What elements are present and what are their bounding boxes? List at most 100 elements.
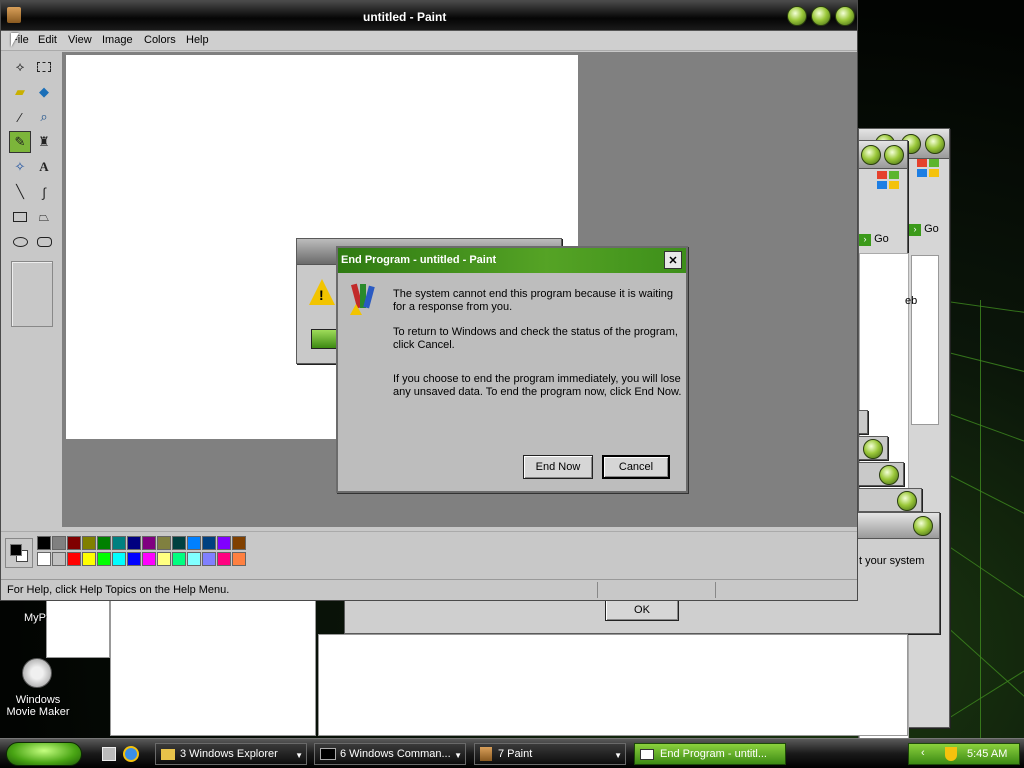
eraser-icon[interactable]: ▰ xyxy=(9,81,31,103)
explorer-pane-left xyxy=(110,600,316,736)
menu-colors[interactable]: Colors xyxy=(144,34,176,46)
color-swatch[interactable] xyxy=(232,552,246,566)
tool-options-box[interactable] xyxy=(11,261,53,327)
dialog-message-2: To return to Windows and check the statu… xyxy=(393,326,678,351)
taskbar: 3 Windows Explorer ▼ 6 Windows Comman...… xyxy=(0,738,1024,768)
color-swatch[interactable] xyxy=(157,552,171,566)
movie-maker-icon[interactable] xyxy=(22,658,52,688)
mouse-cursor-icon xyxy=(11,33,19,47)
curve-icon[interactable]: ∫ xyxy=(33,181,55,203)
maximize-button[interactable] xyxy=(811,6,831,26)
color-swatch[interactable] xyxy=(52,536,66,550)
line-icon[interactable]: ╲ xyxy=(9,181,31,203)
stacked-window-b[interactable] xyxy=(858,436,888,460)
color-swatch[interactable] xyxy=(97,536,111,550)
color-swatch[interactable] xyxy=(112,536,126,550)
dialog-close-button[interactable]: ✕ xyxy=(664,251,682,269)
go-button[interactable]: › Go xyxy=(859,233,903,249)
windows-logo-icon xyxy=(917,159,943,181)
console-icon xyxy=(320,748,336,760)
menu-edit[interactable]: Edit xyxy=(38,34,57,46)
close-button[interactable] xyxy=(835,6,855,26)
color-swatch[interactable] xyxy=(202,536,216,550)
dialog-titlebar[interactable]: End Program - untitled - Paint ✕ xyxy=(338,248,686,273)
color-swatch[interactable] xyxy=(82,552,96,566)
magnifier-icon[interactable]: ⌕ xyxy=(33,106,55,128)
cancel-button[interactable]: Cancel xyxy=(602,455,670,479)
tray-arrow-icon[interactable]: ‹ xyxy=(921,747,925,759)
minimize-button[interactable] xyxy=(787,6,807,26)
dialog-title: End Program - untitled - Paint xyxy=(341,254,497,266)
start-button[interactable] xyxy=(6,742,82,766)
ellipse-icon[interactable] xyxy=(9,231,31,253)
color-swatch[interactable] xyxy=(127,536,141,550)
paint-warning-icon xyxy=(350,283,375,316)
status-divider xyxy=(597,582,598,598)
color-picker-icon[interactable]: ⁄ xyxy=(9,106,31,128)
status-divider xyxy=(715,582,716,598)
end-now-button[interactable]: End Now xyxy=(523,455,593,479)
airbrush-icon[interactable]: ✧ xyxy=(9,156,31,178)
color-swatch[interactable] xyxy=(52,552,66,566)
status-bar: For Help, click Help Topics on the Help … xyxy=(1,579,857,600)
color-swatch[interactable] xyxy=(172,536,186,550)
explorer-pane-right xyxy=(318,634,908,736)
color-swatch[interactable] xyxy=(172,552,186,566)
internet-explorer-icon[interactable] xyxy=(123,746,139,762)
color-swatch[interactable] xyxy=(142,552,156,566)
polygon-icon[interactable]: ⏢ xyxy=(33,206,55,228)
brush-icon[interactable]: ♜ xyxy=(33,131,55,153)
color-swatch[interactable] xyxy=(82,536,96,550)
paint-titlebar[interactable]: untitled - Paint xyxy=(1,1,857,31)
menu-bar: File Edit View Image Colors Help xyxy=(1,31,857,51)
color-swatch[interactable] xyxy=(157,536,171,550)
rect-select-icon[interactable] xyxy=(33,56,55,78)
show-desktop-icon[interactable] xyxy=(102,747,116,761)
pencil-icon[interactable]: ✎ xyxy=(9,131,31,153)
color-swatch[interactable] xyxy=(112,552,126,566)
taskbar-windows-explorer[interactable]: 3 Windows Explorer ▼ xyxy=(155,743,307,765)
color-swatch[interactable] xyxy=(217,536,231,550)
color-swatch[interactable] xyxy=(67,536,81,550)
color-swatch[interactable] xyxy=(37,536,51,550)
desktop-icon-label-partial[interactable]: MyP xyxy=(24,612,46,624)
taskbar-paint[interactable]: 7 Paint ▼ xyxy=(474,743,626,765)
taskbar-button-label: 6 Windows Comman... xyxy=(340,748,451,760)
color-swatch[interactable] xyxy=(67,552,81,566)
dialog-message-3: If you choose to end the program immedia… xyxy=(393,373,682,398)
stacked-window-c[interactable] xyxy=(858,462,904,486)
color-swatch[interactable] xyxy=(217,552,231,566)
rectangle-icon[interactable] xyxy=(9,206,31,228)
color-swatch[interactable] xyxy=(232,536,246,550)
color-swatch[interactable] xyxy=(127,552,141,566)
taskbar-windows-command[interactable]: 6 Windows Comman... ▼ xyxy=(314,743,466,765)
go-button[interactable]: › Go xyxy=(909,223,945,239)
stacked-window-d[interactable] xyxy=(858,488,922,512)
taskbar-end-program[interactable]: End Program - untitl... xyxy=(634,743,786,765)
dialog-message-1: The system cannot end this program becau… xyxy=(393,288,674,313)
fill-bucket-icon[interactable]: ◆ xyxy=(33,81,55,103)
current-colors-indicator[interactable] xyxy=(5,538,33,568)
end-program-dialog[interactable]: End Program - untitled - Paint ✕ The sys… xyxy=(336,246,688,493)
color-swatch[interactable] xyxy=(97,552,111,566)
text-icon[interactable]: A xyxy=(33,156,55,178)
color-swatch[interactable] xyxy=(187,536,201,550)
free-select-icon[interactable]: ⟡ xyxy=(9,56,31,78)
paint-app-icon xyxy=(7,7,21,23)
taskbar-button-label: 7 Paint xyxy=(498,748,533,760)
clock[interactable]: 5:45 AM xyxy=(967,748,1007,760)
stacked-window-a[interactable] xyxy=(858,410,868,434)
security-shield-icon[interactable] xyxy=(945,747,957,761)
color-palette xyxy=(1,531,857,577)
color-swatch[interactable] xyxy=(187,552,201,566)
menu-view[interactable]: View xyxy=(68,34,92,46)
menu-help[interactable]: Help xyxy=(186,34,209,46)
menu-image[interactable]: Image xyxy=(102,34,133,46)
warning-glyph: ! xyxy=(319,287,324,303)
color-swatch[interactable] xyxy=(37,552,51,566)
movie-maker-label[interactable]: Windows Movie Maker xyxy=(0,694,76,718)
color-swatch[interactable] xyxy=(202,552,216,566)
ok-button[interactable]: OK xyxy=(605,599,679,621)
rounded-rectangle-icon[interactable] xyxy=(33,231,55,253)
color-swatch[interactable] xyxy=(142,536,156,550)
